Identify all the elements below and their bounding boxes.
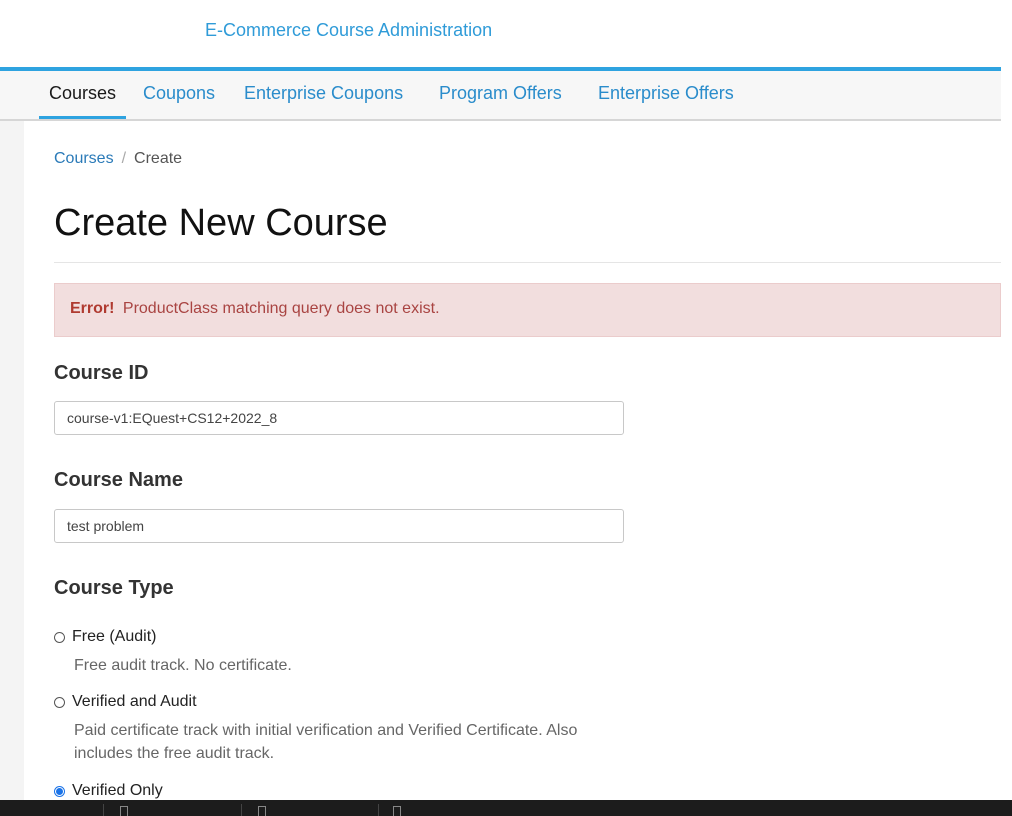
verified-only-option-label: Verified Only: [72, 782, 163, 799]
alert-prefix: Error!: [70, 300, 115, 317]
verified-audit-option-label: Verified and Audit: [72, 693, 197, 710]
breadcrumb-separator: /: [121, 150, 127, 167]
verified-audit-option-description: Paid certificate track with initial veri…: [74, 722, 578, 762]
os-taskbar: [0, 800, 1012, 816]
taskbar-app-icon[interactable]: [120, 806, 128, 816]
audit-radio[interactable]: [54, 631, 65, 643]
taskbar-app-icon[interactable]: [393, 806, 401, 816]
breadcrumb-current: Create: [134, 150, 183, 167]
tab-enterprise-coupons[interactable]: Enterprise Coupons: [234, 71, 413, 119]
course-id-label: Course ID: [54, 362, 149, 384]
page-title: Create New Course: [54, 202, 388, 244]
course-id-input[interactable]: [54, 401, 624, 435]
verified-only-radio[interactable]: [54, 785, 65, 797]
tab-program-offers[interactable]: Program Offers: [429, 71, 572, 119]
tab-coupons[interactable]: Coupons: [133, 71, 225, 119]
verified-audit-radio[interactable]: [54, 696, 65, 708]
audit-option-label: Free (Audit): [72, 628, 157, 645]
breadcrumb: Courses / Create: [54, 150, 182, 168]
tab-courses[interactable]: Courses: [39, 71, 127, 119]
taskbar-divider: [103, 804, 104, 816]
taskbar-app-icon[interactable]: [258, 806, 266, 816]
course-type-option-verified-audit[interactable]: Verified and Audit: [54, 693, 197, 711]
breadcrumb-courses-link[interactable]: Courses: [54, 150, 114, 167]
left-gutter: [0, 121, 24, 801]
tab-enterprise-offers[interactable]: Enterprise Offers: [588, 71, 744, 119]
audit-option-description: Free audit track. No certificate.: [74, 657, 292, 674]
taskbar-divider: [241, 804, 242, 816]
alert-message: ProductClass matching query does not exi…: [122, 300, 440, 317]
course-name-label: Course Name: [54, 469, 183, 491]
course-name-input[interactable]: [54, 509, 624, 543]
title-divider: [54, 262, 1001, 263]
course-type-option-audit[interactable]: Free (Audit): [54, 628, 156, 646]
taskbar-divider: [378, 804, 379, 816]
main-nav: Courses Coupons Enterprise Coupons Progr…: [0, 71, 1001, 121]
error-alert: Error! ProductClass matching query does …: [54, 283, 1001, 337]
course-type-label: Course Type: [54, 577, 174, 599]
app-title-link[interactable]: E-Commerce Course Administration: [205, 20, 492, 41]
course-type-option-verified-only[interactable]: Verified Only: [54, 782, 163, 800]
app-header: E-Commerce Course Administration: [0, 0, 1001, 68]
